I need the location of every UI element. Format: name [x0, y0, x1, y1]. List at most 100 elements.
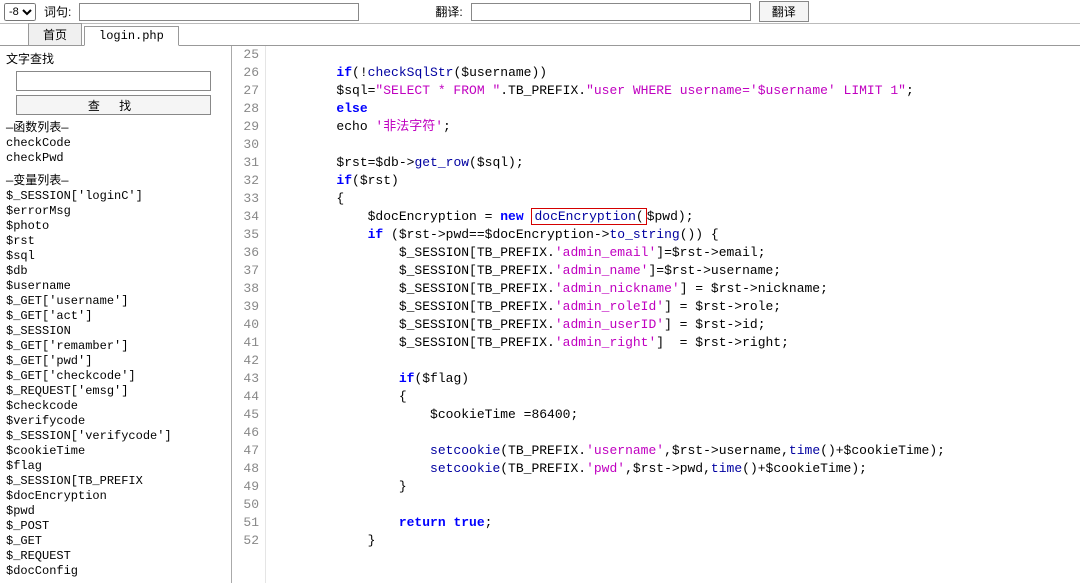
code-line[interactable]: echo '非法字符'; — [274, 118, 945, 136]
code-line[interactable]: else — [274, 100, 945, 118]
code-line[interactable]: if($rst) — [274, 172, 945, 190]
code-line[interactable]: $_SESSION[TB_PREFIX.'admin_name']=$rst->… — [274, 262, 945, 280]
var-item[interactable]: $db — [6, 264, 225, 279]
var-item[interactable]: $_REQUEST — [6, 549, 225, 564]
code-line[interactable]: $cookieTime =86400; — [274, 406, 945, 424]
code-line[interactable]: $sql="SELECT * FROM ".TB_PREFIX."user WH… — [274, 82, 945, 100]
code-line[interactable] — [274, 424, 945, 442]
var-item[interactable]: $pwd — [6, 504, 225, 519]
line-number: 32 — [232, 172, 259, 190]
line-number: 49 — [232, 478, 259, 496]
translation-input[interactable] — [471, 3, 751, 21]
var-item[interactable]: $verifycode — [6, 414, 225, 429]
line-number: 44 — [232, 388, 259, 406]
code-line[interactable]: $rst=$db->get_row($sql); — [274, 154, 945, 172]
search-label: 文字查找 — [6, 50, 225, 67]
code-line[interactable]: if($flag) — [274, 370, 945, 388]
var-item[interactable]: $_POST — [6, 519, 225, 534]
var-item[interactable]: $_GET — [6, 534, 225, 549]
code-line[interactable]: setcookie(TB_PREFIX.'pwd',$rst->pwd,time… — [274, 460, 945, 478]
code-line[interactable]: $_SESSION[TB_PREFIX.'admin_userID'] = $r… — [274, 316, 945, 334]
code-line[interactable]: $_SESSION[TB_PREFIX.'admin_nickname'] = … — [274, 280, 945, 298]
line-number: 37 — [232, 262, 259, 280]
var-item[interactable]: $errorMsg — [6, 204, 225, 219]
tab-file[interactable]: login.php — [84, 26, 179, 46]
line-number: 29 — [232, 118, 259, 136]
line-number: 33 — [232, 190, 259, 208]
var-item[interactable]: $_GET['checkcode'] — [6, 369, 225, 384]
line-number: 27 — [232, 82, 259, 100]
var-item[interactable]: $photo — [6, 219, 225, 234]
code-line[interactable]: { — [274, 388, 945, 406]
line-gutter: 2526272829303132333435363738394041424344… — [232, 46, 266, 583]
main-area: 文字查找 查 找 —函数列表— checkCodecheckPwd —变量列表—… — [0, 46, 1080, 583]
code-line[interactable]: $docEncryption = new docEncryption($pwd)… — [274, 208, 945, 226]
line-number: 39 — [232, 298, 259, 316]
var-item[interactable]: $_GET['username'] — [6, 294, 225, 309]
var-item[interactable]: $_GET['act'] — [6, 309, 225, 324]
code-content[interactable]: if(!checkSqlStr($username)) $sql="SELECT… — [266, 46, 945, 583]
var-item[interactable]: $rst — [6, 234, 225, 249]
func-item[interactable]: checkCode — [6, 136, 225, 151]
var-item[interactable]: $cookieTime — [6, 444, 225, 459]
line-number: 36 — [232, 244, 259, 262]
tab-bar: 首页 login.php — [0, 24, 1080, 46]
sidebar: 文字查找 查 找 —函数列表— checkCodecheckPwd —变量列表—… — [0, 46, 232, 583]
var-item[interactable]: $_GET['pwd'] — [6, 354, 225, 369]
var-item[interactable]: $_GET['remamber'] — [6, 339, 225, 354]
line-number: 46 — [232, 424, 259, 442]
line-number: 28 — [232, 100, 259, 118]
translation-label: 翻译: — [435, 3, 462, 20]
code-line[interactable]: return true; — [274, 514, 945, 532]
line-number: 48 — [232, 460, 259, 478]
code-line[interactable] — [274, 136, 945, 154]
query-label: 词句: — [44, 3, 71, 20]
code-line[interactable]: if ($rst->pwd==$docEncryption->to_string… — [274, 226, 945, 244]
line-number: 35 — [232, 226, 259, 244]
code-editor[interactable]: 2526272829303132333435363738394041424344… — [232, 46, 1080, 583]
code-line[interactable]: $_SESSION[TB_PREFIX.'admin_right'] = $rs… — [274, 334, 945, 352]
encoding-select[interactable]: -8 — [4, 3, 36, 21]
code-line[interactable]: } — [274, 478, 945, 496]
code-line[interactable]: setcookie(TB_PREFIX.'username',$rst->use… — [274, 442, 945, 460]
var-item[interactable]: $flag — [6, 459, 225, 474]
code-line[interactable]: $_SESSION[TB_PREFIX.'admin_roleId'] = $r… — [274, 298, 945, 316]
query-input[interactable] — [79, 3, 359, 21]
var-item[interactable]: $checkcode — [6, 399, 225, 414]
line-number: 51 — [232, 514, 259, 532]
top-toolbar: -8 词句: 翻译: 翻译 — [0, 0, 1080, 24]
search-button[interactable]: 查 找 — [16, 95, 211, 115]
code-line[interactable]: } — [274, 532, 945, 550]
line-number: 30 — [232, 136, 259, 154]
var-item[interactable]: $sql — [6, 249, 225, 264]
func-item[interactable]: checkPwd — [6, 151, 225, 166]
code-line[interactable]: { — [274, 190, 945, 208]
tab-home[interactable]: 首页 — [28, 23, 82, 45]
var-item[interactable]: $_SESSION['verifycode'] — [6, 429, 225, 444]
line-number: 38 — [232, 280, 259, 298]
var-item[interactable]: $_SESSION[TB_PREFIX — [6, 474, 225, 489]
code-line[interactable]: if(!checkSqlStr($username)) — [274, 64, 945, 82]
line-number: 45 — [232, 406, 259, 424]
search-input[interactable] — [16, 71, 211, 91]
line-number: 26 — [232, 64, 259, 82]
code-line[interactable]: $_SESSION[TB_PREFIX.'admin_email']=$rst-… — [274, 244, 945, 262]
symbol-list: —函数列表— checkCodecheckPwd —变量列表— $_SESSIO… — [6, 121, 225, 579]
var-item[interactable]: $docEncryption — [6, 489, 225, 504]
var-item[interactable]: $_SESSION — [6, 324, 225, 339]
translate-button[interactable]: 翻译 — [759, 1, 809, 22]
line-number: 34 — [232, 208, 259, 226]
var-list-header: —变量列表— — [6, 174, 225, 189]
func-list-header: —函数列表— — [6, 121, 225, 136]
var-item[interactable]: $username — [6, 279, 225, 294]
code-line[interactable] — [274, 496, 945, 514]
line-number: 41 — [232, 334, 259, 352]
var-item[interactable]: $_SESSION['loginC'] — [6, 189, 225, 204]
var-item[interactable]: $_REQUEST['emsg'] — [6, 384, 225, 399]
line-number: 40 — [232, 316, 259, 334]
line-number: 31 — [232, 154, 259, 172]
code-line[interactable] — [274, 352, 945, 370]
line-number: 50 — [232, 496, 259, 514]
var-item[interactable]: $docConfig — [6, 564, 225, 579]
code-line[interactable] — [274, 46, 945, 64]
